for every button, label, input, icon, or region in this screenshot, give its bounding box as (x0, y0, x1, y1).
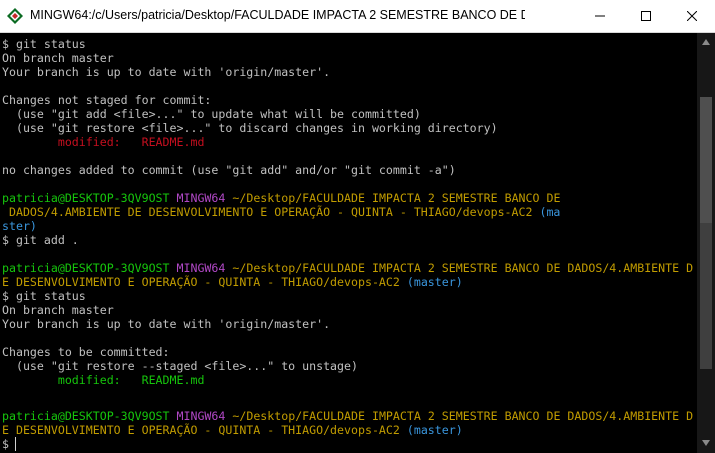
terminal-line: Changes to be committed: (2, 345, 170, 359)
maximize-icon (641, 11, 651, 21)
close-button[interactable] (669, 0, 715, 32)
prompt-path: ~/Desktop/FACULDADE IMPACTA 2 SEMESTRE B… (232, 191, 561, 205)
prompt-branch: (master) (406, 423, 463, 437)
mingw-terminal-icon (7, 8, 23, 24)
title-bar[interactable]: MINGW64:/c/Users/patricia/Desktop/FACULD… (0, 0, 715, 33)
prompt-path-continued: E DESENVOLVIMENTO E OPERAÇÃO - QUINTA - … (2, 423, 400, 437)
scroll-up-button[interactable] (697, 34, 715, 50)
chevron-down-icon (702, 440, 710, 446)
prompt-branch: (master) (406, 275, 463, 289)
minimize-icon (595, 15, 605, 17)
terminal-line: Your branch is up to date with 'origin/m… (2, 317, 331, 331)
prompt-line-continued: E DESENVOLVIMENTO E OPERAÇÃO - QUINTA - … (2, 275, 463, 289)
prompt-branch: (ma (539, 205, 561, 219)
scrollbar-thumb-lower[interactable] (700, 223, 712, 369)
vertical-scrollbar[interactable] (697, 33, 715, 453)
terminal-line: On branch master (2, 303, 114, 317)
prompt-user-host: patricia@DESKTOP-3QV9OST (2, 409, 170, 423)
prompt-line-continued: E DESENVOLVIMENTO E OPERAÇÃO - QUINTA - … (2, 423, 463, 437)
terminal-line: (use "git restore <file>..." to discard … (2, 121, 498, 135)
prompt-shell-name: MINGW64 (176, 409, 226, 423)
prompt-shell-name: MINGW64 (176, 191, 226, 205)
terminal-line: $ git add . (2, 233, 79, 247)
modified-file-line: modified: README.md (2, 135, 205, 149)
window-title: MINGW64:/c/Users/patricia/Desktop/FACULD… (30, 8, 525, 22)
prompt-path-continued: DADOS/4.AMBIENTE DE DESENVOLVIMENTO E OP… (2, 205, 533, 219)
terminal-line: (use "git restore --staged <file>..." to… (2, 359, 358, 373)
close-icon (687, 11, 697, 21)
prompt-path-continued: E DESENVOLVIMENTO E OPERAÇÃO - QUINTA - … (2, 275, 400, 289)
prompt-line: patricia@DESKTOP-3QV9OST MINGW64 ~/Deskt… (2, 409, 693, 423)
maximize-button[interactable] (623, 0, 669, 32)
prompt-line-continued: DADOS/4.AMBIENTE DE DESENVOLVIMENTO E OP… (2, 205, 560, 219)
terminal-line: Your branch is up to date with 'origin/m… (2, 65, 331, 79)
prompt-path: ~/Desktop/FACULDADE IMPACTA 2 SEMESTRE B… (232, 261, 694, 275)
terminal-line: no changes added to commit (use "git add… (2, 163, 456, 177)
prompt-path: ~/Desktop/FACULDADE IMPACTA 2 SEMESTRE B… (232, 409, 694, 423)
prompt-line: patricia@DESKTOP-3QV9OST MINGW64 ~/Deskt… (2, 191, 560, 205)
prompt-branch-continued: ster) (2, 219, 37, 233)
terminal-line: $ git status (2, 37, 86, 51)
prompt-user-host: patricia@DESKTOP-3QV9OST (2, 191, 170, 205)
terminal-line: (use "git add <file>..." to update what … (2, 107, 421, 121)
command-prompt: $ (2, 437, 16, 451)
terminal-line: Changes not staged for commit: (2, 93, 212, 107)
scroll-down-button[interactable] (697, 435, 715, 451)
staged-file-line: modified: README.md (2, 373, 205, 387)
text-cursor[interactable] (15, 437, 16, 451)
prompt-user-host: patricia@DESKTOP-3QV9OST (2, 261, 170, 275)
prompt-shell-name: MINGW64 (176, 261, 226, 275)
terminal-line: On branch master (2, 51, 114, 65)
prompt-line: patricia@DESKTOP-3QV9OST MINGW64 ~/Deskt… (2, 261, 693, 275)
chevron-up-icon (702, 39, 710, 45)
scrollbar-thumb-upper[interactable] (700, 97, 712, 223)
minimize-button[interactable] (577, 0, 623, 32)
terminal-line: $ git status (2, 289, 86, 303)
